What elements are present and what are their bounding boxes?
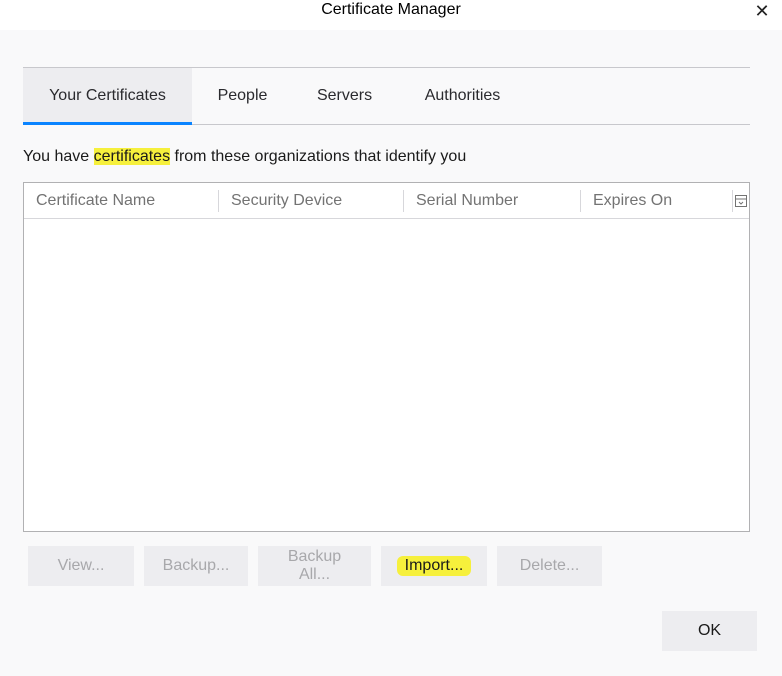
table-header: Certificate Name Security Device Serial … bbox=[24, 183, 749, 219]
column-serial-number[interactable]: Serial Number bbox=[404, 189, 581, 212]
certificate-table[interactable]: Certificate Name Security Device Serial … bbox=[23, 182, 750, 532]
description-text: You have certificates from these organiz… bbox=[23, 148, 466, 166]
title-bar: Certificate Manager ✕ bbox=[0, 0, 782, 30]
import-button[interactable]: Import... bbox=[381, 546, 487, 586]
certificate-manager-window: Certificate Manager ✕ Your Certificates … bbox=[0, 0, 782, 676]
column-certificate-name[interactable]: Certificate Name bbox=[24, 189, 219, 212]
backup-all-button[interactable]: Backup All... bbox=[258, 546, 371, 586]
ok-button[interactable]: OK bbox=[662, 611, 757, 651]
tab-people[interactable]: People bbox=[192, 68, 293, 124]
tab-authorities[interactable]: Authorities bbox=[396, 68, 529, 124]
column-security-device[interactable]: Security Device bbox=[219, 189, 404, 212]
dialog-body: Your Certificates People Servers Authori… bbox=[0, 30, 782, 676]
close-icon[interactable]: ✕ bbox=[748, 0, 776, 22]
window-title: Certificate Manager bbox=[321, 1, 461, 18]
tab-bar: Your Certificates People Servers Authori… bbox=[23, 67, 750, 125]
description-prefix: You have bbox=[23, 148, 94, 165]
delete-button[interactable]: Delete... bbox=[497, 546, 602, 586]
view-button[interactable]: View... bbox=[28, 546, 134, 586]
description-suffix: from these organizations that identify y… bbox=[170, 148, 467, 165]
column-picker-icon[interactable] bbox=[733, 190, 749, 212]
import-button-label: Import... bbox=[404, 557, 464, 574]
tab-your-certificates[interactable]: Your Certificates bbox=[23, 68, 192, 125]
action-buttons: View... Backup... Backup All... Import..… bbox=[28, 546, 602, 586]
tab-servers[interactable]: Servers bbox=[293, 68, 396, 124]
column-expires-on[interactable]: Expires On bbox=[581, 189, 733, 212]
description-highlight: certificates bbox=[93, 148, 171, 165]
backup-button[interactable]: Backup... bbox=[144, 546, 248, 586]
